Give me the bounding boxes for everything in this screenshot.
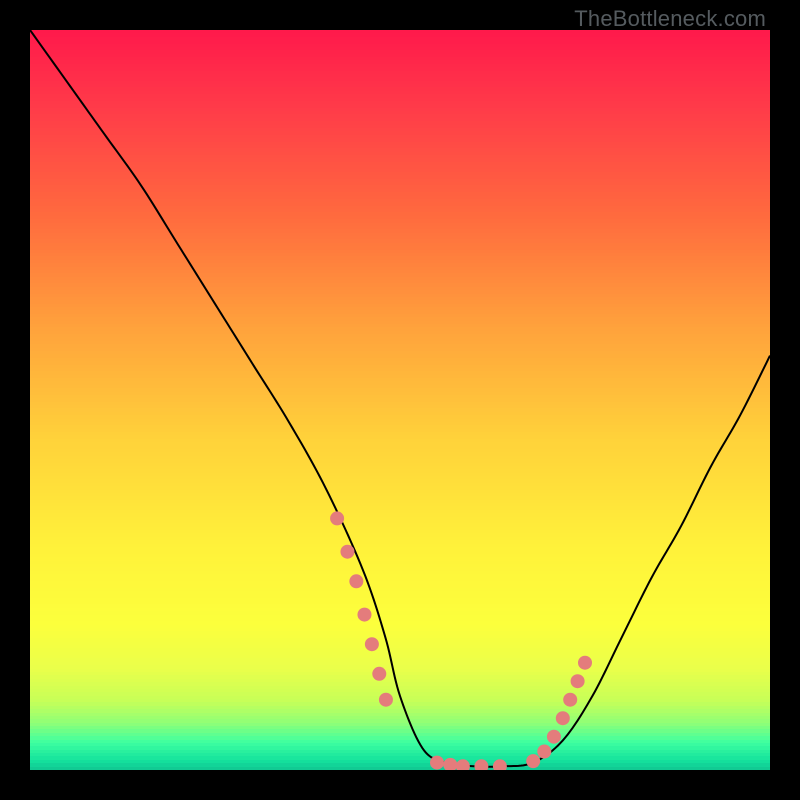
plot-area	[30, 30, 770, 770]
highlight-dot	[330, 511, 344, 525]
highlight-dot	[340, 545, 354, 559]
highlight-dot	[526, 754, 540, 768]
highlight-dot	[547, 730, 561, 744]
highlight-dot	[365, 637, 379, 651]
highlight-dot	[493, 759, 507, 770]
highlight-dot	[556, 711, 570, 725]
highlight-dot	[443, 758, 457, 770]
highlight-dot	[474, 759, 488, 770]
highlight-dot	[563, 693, 577, 707]
bottleneck-curve	[30, 30, 770, 767]
highlight-dot	[379, 693, 393, 707]
highlight-dot	[349, 574, 363, 588]
highlight-dot	[430, 756, 444, 770]
chart-frame: TheBottleneck.com	[0, 0, 800, 800]
watermark-text: TheBottleneck.com	[574, 6, 766, 32]
highlight-dot	[537, 745, 551, 759]
highlight-dot	[372, 667, 386, 681]
highlight-dot	[456, 759, 470, 770]
highlight-dot	[578, 656, 592, 670]
curve-layer	[30, 30, 770, 770]
highlight-dot	[357, 608, 371, 622]
highlight-dot	[571, 674, 585, 688]
